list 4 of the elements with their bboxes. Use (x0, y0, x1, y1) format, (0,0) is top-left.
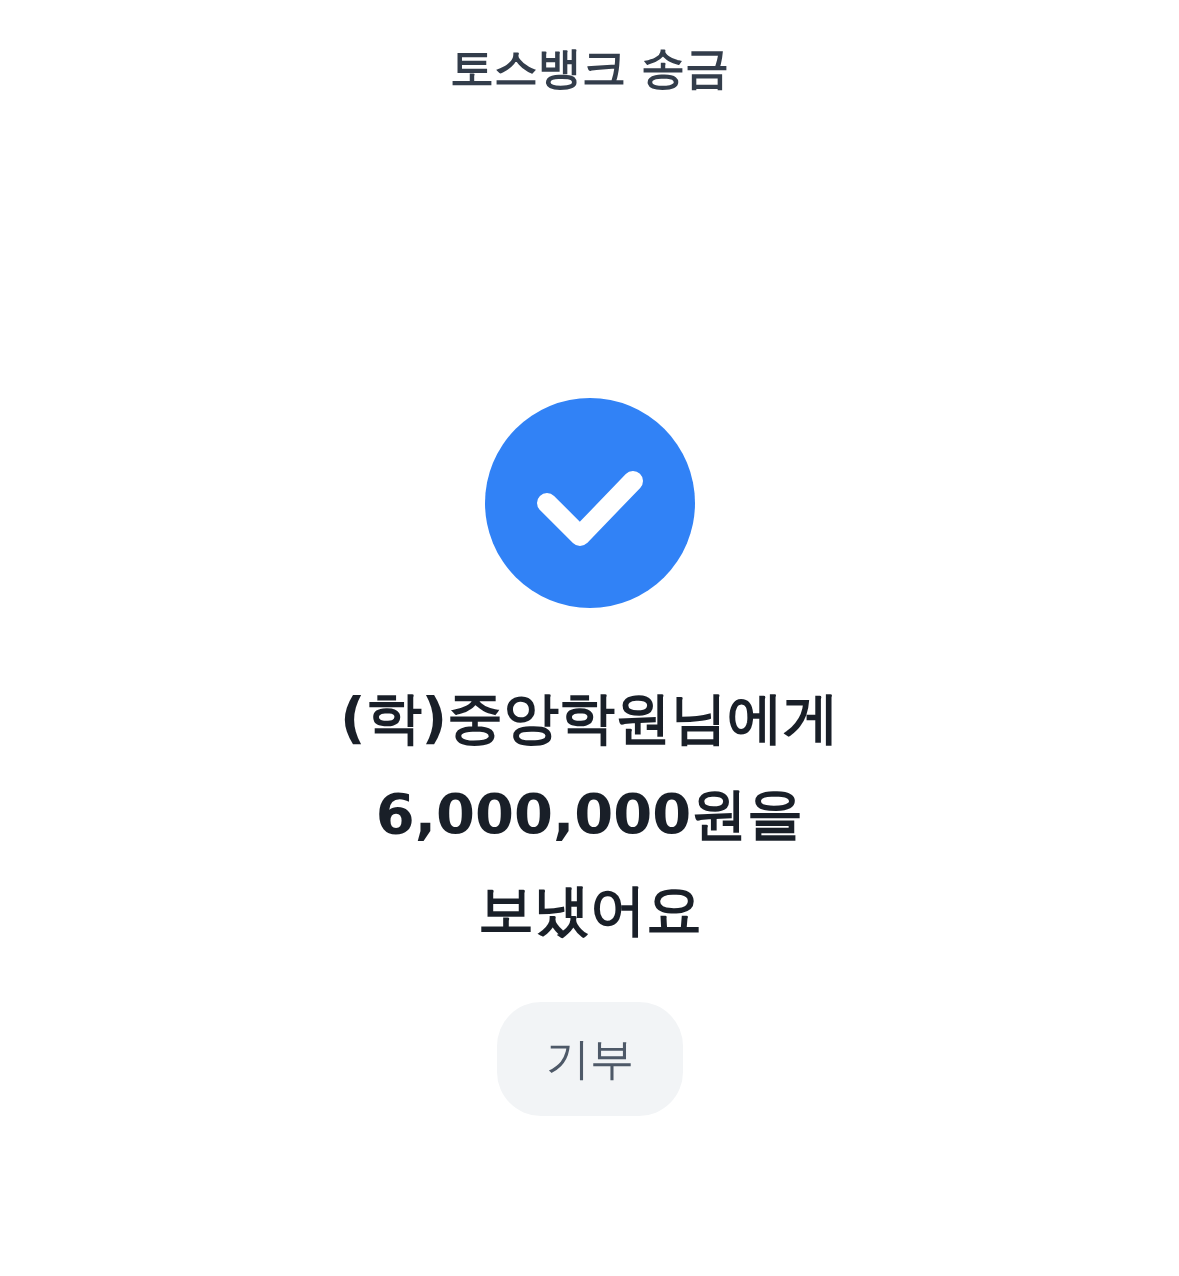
donate-button[interactable]: 기부 (496, 1002, 683, 1116)
check-circle-icon (484, 398, 695, 608)
result-message: (학)중앙학원님에게 6,000,000원을 보냈어요 (339, 684, 840, 944)
page-title: 토스뱅크 송금 (449, 41, 730, 95)
